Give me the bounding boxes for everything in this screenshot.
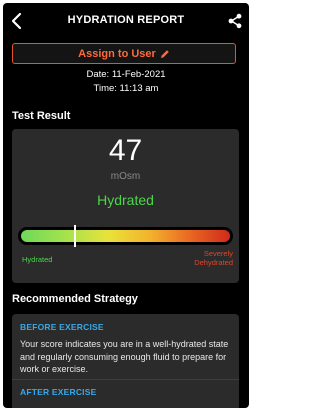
hydration-status: Hydrated [97,192,154,208]
header-bar: HYDRATION REPORT [3,3,249,39]
assign-to-user-button[interactable]: Assign to User [12,43,236,64]
score-unit: mOsm [110,171,141,182]
strategy-divider [12,379,239,380]
gauge-marker [74,225,77,247]
before-exercise-heading: BEFORE EXERCISE [20,322,104,332]
strategy-card: BEFORE EXERCISE Your score indicates you… [12,314,239,408]
chevron-left-icon[interactable] [9,12,25,30]
recommended-strategy-heading: Recommended Strategy [12,293,138,305]
score-value: 47 [108,134,143,167]
test-result-heading: Test Result [12,110,71,122]
gauge-label-severely-dehydrated: Severely Dehydrated [194,249,233,267]
page-title: HYDRATION REPORT [67,14,185,26]
hydration-gauge [18,225,233,247]
test-result-card: 47 mOsm Hydrated Hydrated Severely Dehyd… [12,129,239,283]
before-exercise-text: Your score indicates you are in a well-h… [20,339,229,374]
share-icon[interactable] [227,13,243,29]
assign-to-user-label: Assign to User [78,47,156,60]
app-screen: HYDRATION REPORT Assign to User Date: 11… [3,3,249,408]
after-exercise-heading: AFTER EXERCISE [20,387,97,397]
report-time: Time: 11:13 am [93,83,159,94]
gauge-gradient [21,230,230,242]
gauge-label-hydrated: Hydrated [22,255,53,264]
pencil-icon [160,49,169,58]
report-date: Date: 11-Feb-2021 [86,69,166,80]
